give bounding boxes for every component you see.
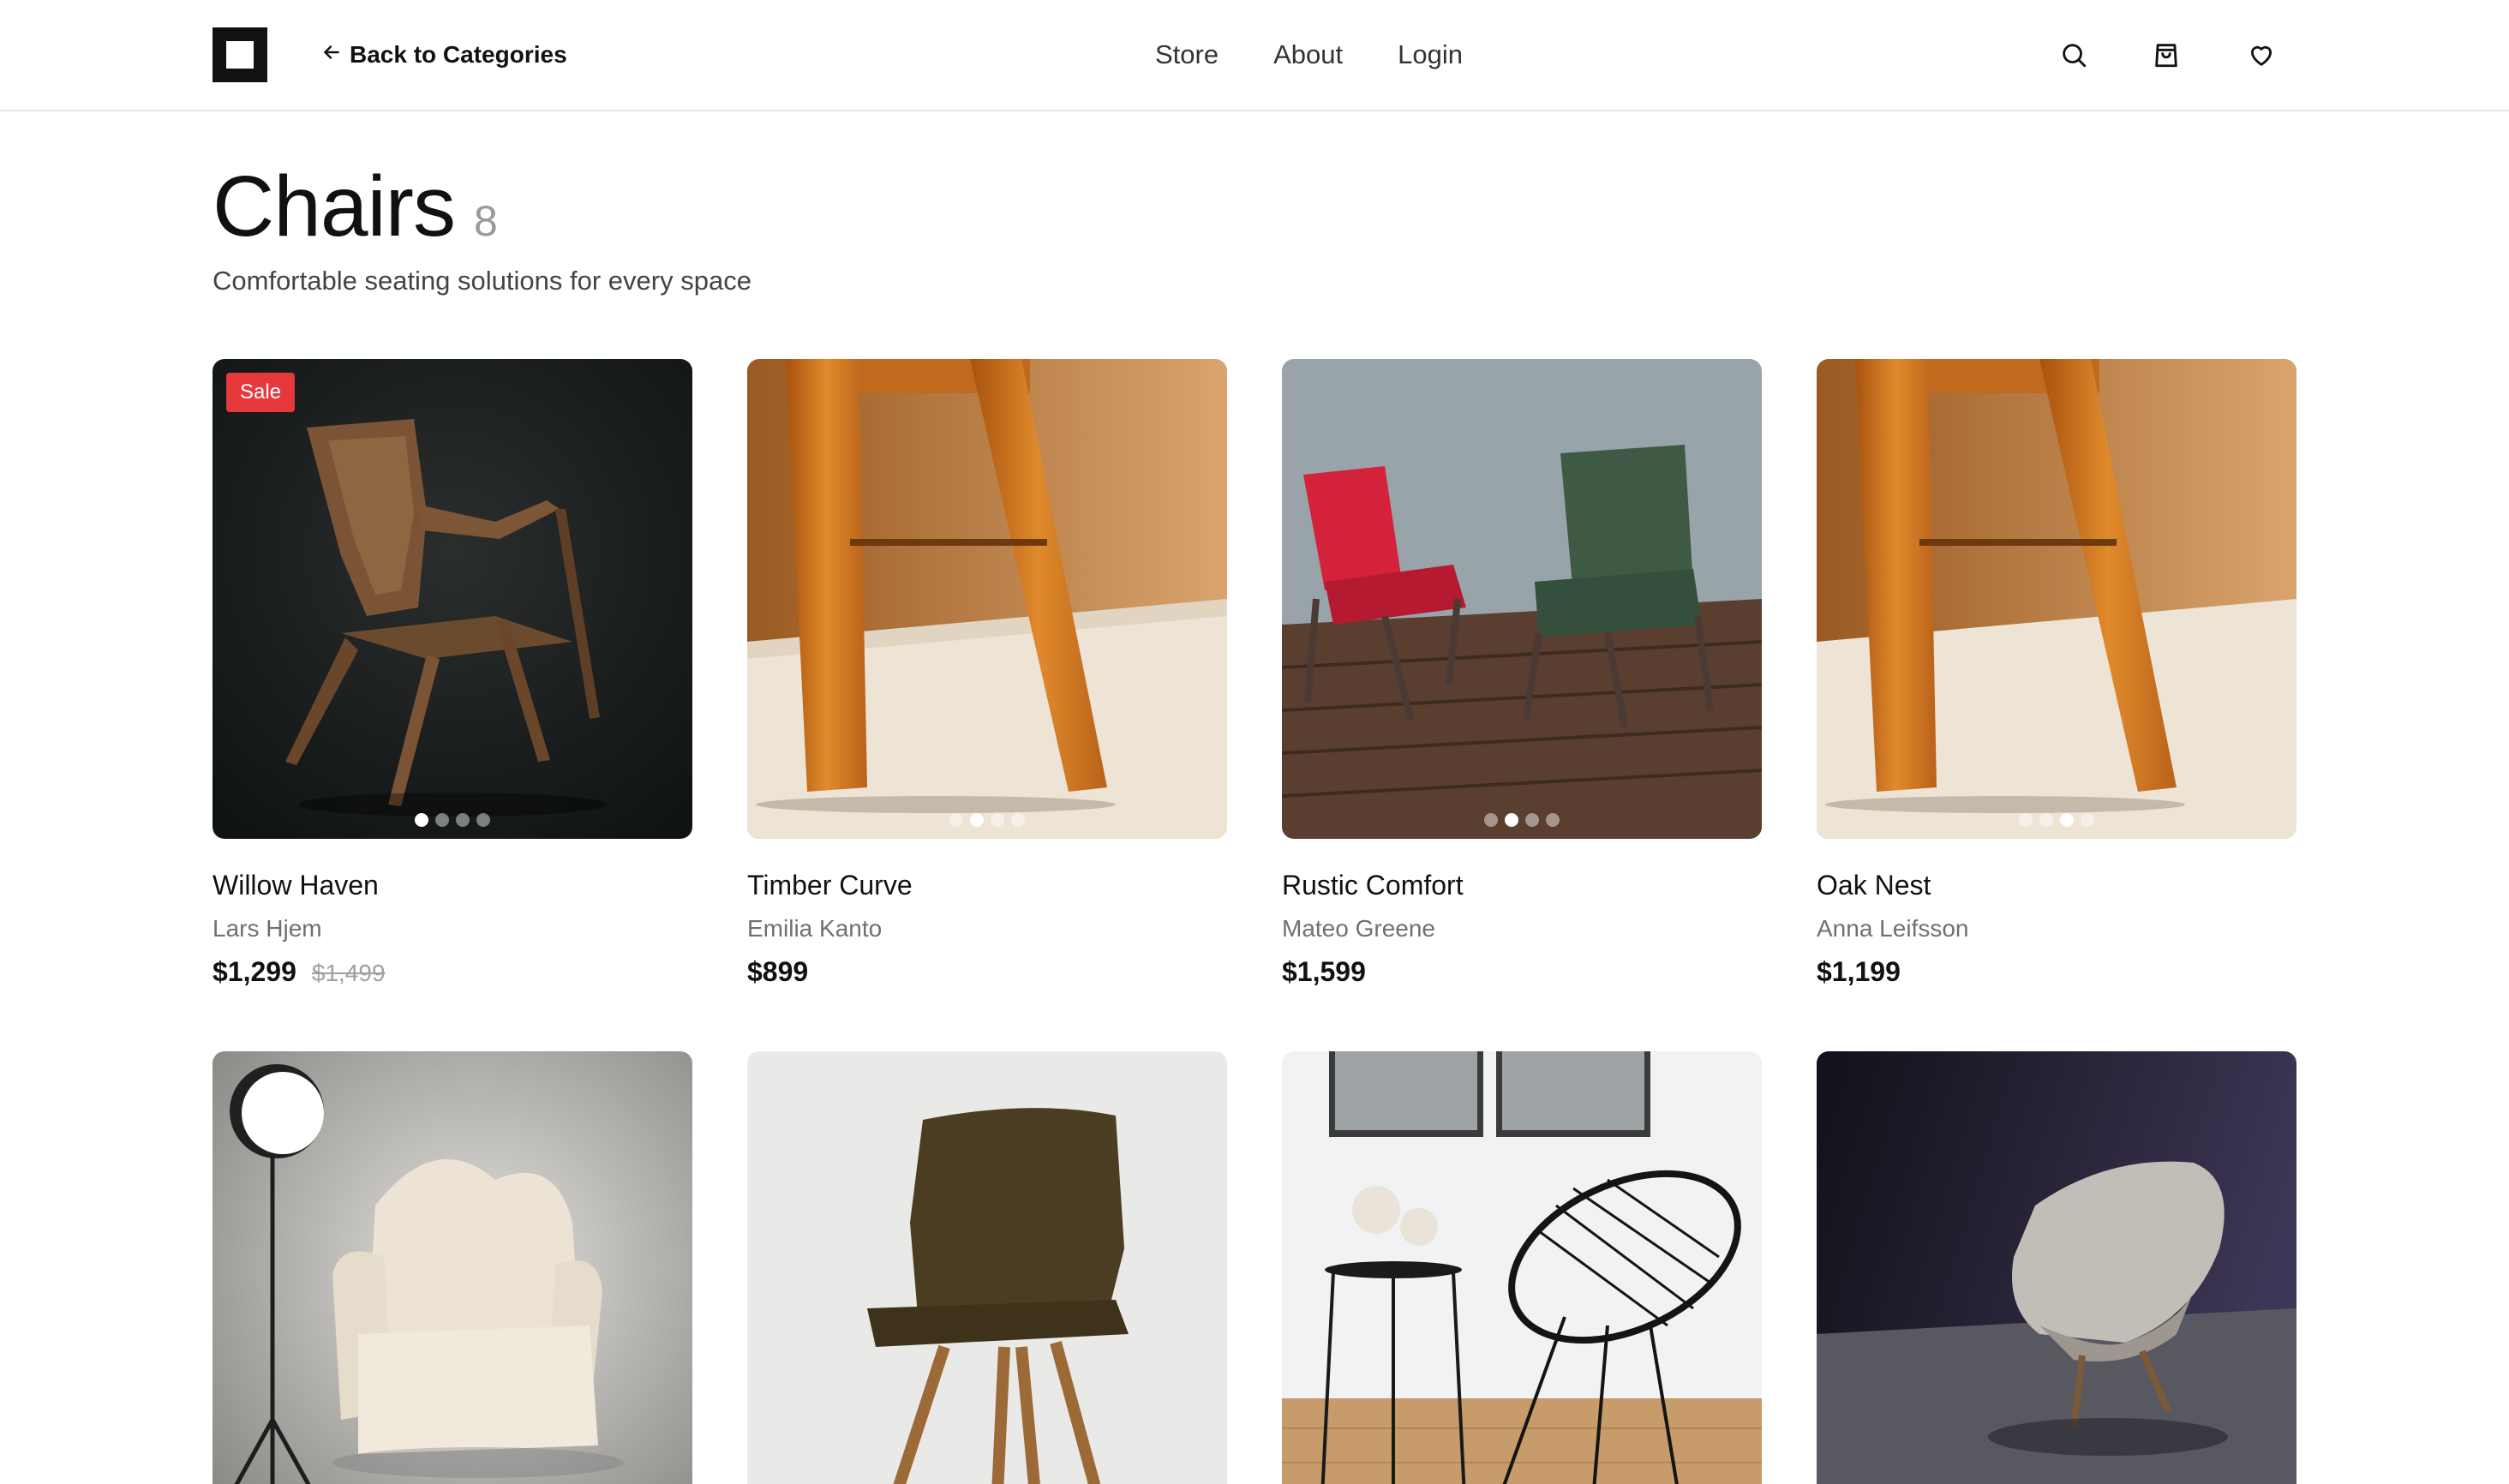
product-image[interactable]	[747, 359, 1227, 839]
page-heading: Chairs 8	[213, 159, 498, 254]
carousel-dot[interactable]	[949, 813, 963, 827]
product-name[interactable]: Timber Curve	[747, 870, 1227, 901]
current-price: $1,299	[213, 956, 296, 987]
carousel-dot[interactable]	[1484, 813, 1498, 827]
product-photo	[213, 359, 692, 839]
carousel-dot[interactable]	[1011, 813, 1025, 827]
shopping-bag-icon[interactable]	[2149, 38, 2183, 72]
image-carousel-dots[interactable]	[1817, 813, 2296, 827]
logo-mark	[226, 41, 254, 69]
product-designer: Mateo Greene	[1282, 915, 1435, 942]
current-price: $1,199	[1817, 956, 1901, 987]
logo[interactable]	[213, 27, 267, 82]
product-photo	[747, 1051, 1227, 1484]
product-photo	[1817, 1051, 2296, 1484]
carousel-dot[interactable]	[991, 813, 1004, 827]
product-photo	[1817, 359, 2296, 839]
current-price: $1,599	[1282, 956, 1366, 987]
product-card[interactable]: Sale Willow Haven Lars Hjem $1,299 $1,49…	[213, 359, 692, 988]
image-carousel-dots[interactable]	[1282, 813, 1762, 827]
product-photo	[213, 1051, 692, 1484]
product-price: $899	[747, 956, 1227, 988]
current-price: $899	[747, 956, 809, 987]
product-image[interactable]: Sale	[213, 359, 692, 839]
product-image[interactable]	[1817, 1051, 2296, 1484]
carousel-dot[interactable]	[1505, 813, 1518, 827]
back-to-categories-link[interactable]: Back to Categories	[320, 38, 567, 72]
page-title: Chairs	[213, 159, 456, 254]
sale-badge: Sale	[226, 373, 296, 412]
product-designer: Anna Leifsson	[1817, 915, 1969, 942]
carousel-dot[interactable]	[415, 813, 428, 827]
carousel-dot[interactable]	[2081, 813, 2094, 827]
product-count: 8	[473, 197, 498, 245]
product-designer: Lars Hjem	[213, 915, 322, 942]
product-image[interactable]	[1817, 359, 2296, 839]
product-image[interactable]	[1282, 359, 1762, 839]
search-icon[interactable]	[2057, 38, 2091, 72]
heart-icon[interactable]	[2244, 38, 2278, 72]
original-price: $1,499	[311, 960, 386, 986]
product-card[interactable]	[747, 1051, 1227, 1484]
product-photo	[1282, 1051, 1762, 1484]
carousel-dot[interactable]	[2039, 813, 2053, 827]
page-subtitle: Comfortable seating solutions for every …	[213, 266, 752, 296]
carousel-dot[interactable]	[2060, 813, 2074, 827]
arrow-left-icon	[320, 41, 343, 69]
carousel-dot[interactable]	[1546, 813, 1560, 827]
product-image[interactable]	[213, 1051, 692, 1484]
product-card[interactable]: Rustic Comfort Mateo Greene $1,599	[1282, 359, 1762, 988]
product-price: $1,599	[1282, 956, 1762, 988]
product-name[interactable]: Rustic Comfort	[1282, 870, 1762, 901]
product-price: $1,299 $1,499	[213, 956, 692, 988]
carousel-dot[interactable]	[456, 813, 470, 827]
nav-about[interactable]: About	[1273, 39, 1343, 70]
carousel-dot[interactable]	[435, 813, 449, 827]
product-card[interactable]	[1282, 1051, 1762, 1484]
product-card[interactable]	[213, 1051, 692, 1484]
back-to-categories-label: Back to Categories	[350, 41, 567, 68]
nav-store[interactable]: Store	[1155, 39, 1219, 70]
product-image[interactable]	[1282, 1051, 1762, 1484]
product-name[interactable]: Oak Nest	[1817, 870, 2296, 901]
nav-login[interactable]: Login	[1398, 39, 1463, 70]
main-nav: Store About Login	[1155, 34, 1463, 75]
product-photo	[1282, 359, 1762, 839]
product-designer: Emilia Kanto	[747, 915, 883, 942]
product-photo	[747, 359, 1227, 839]
carousel-dot[interactable]	[1525, 813, 1539, 827]
top-navigation-bar: Back to Categories Store About Login	[0, 0, 2509, 111]
carousel-dot[interactable]	[476, 813, 490, 827]
product-card[interactable]	[1817, 1051, 2296, 1484]
product-card[interactable]: Oak Nest Anna Leifsson $1,199	[1817, 359, 2296, 988]
product-price: $1,199	[1817, 956, 2296, 988]
product-image[interactable]	[747, 1051, 1227, 1484]
product-card[interactable]: Timber Curve Emilia Kanto $899	[747, 359, 1227, 988]
image-carousel-dots[interactable]	[213, 813, 692, 827]
product-name[interactable]: Willow Haven	[213, 870, 692, 901]
image-carousel-dots[interactable]	[747, 813, 1227, 827]
carousel-dot[interactable]	[970, 813, 984, 827]
carousel-dot[interactable]	[2019, 813, 2033, 827]
